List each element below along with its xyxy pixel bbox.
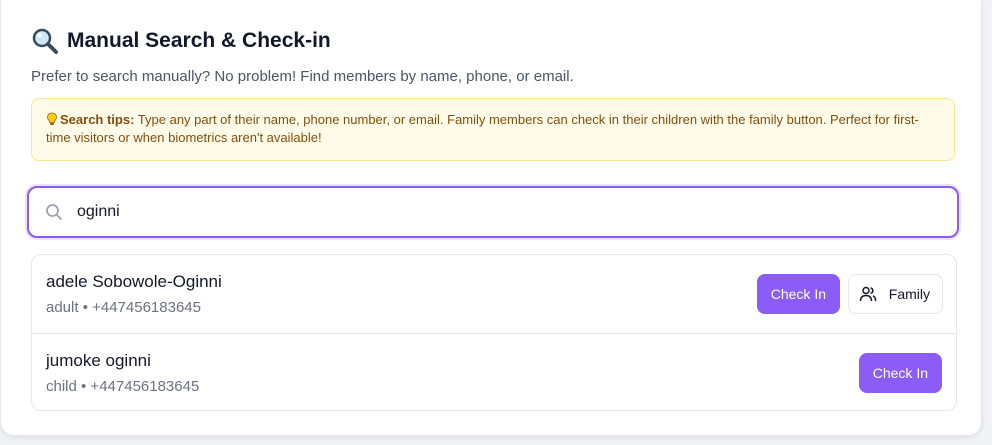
page-title: Manual Search & Check-in: [31, 27, 331, 55]
lightbulb-icon: [47, 112, 57, 125]
search-input[interactable]: [77, 203, 897, 221]
member-meta: adult • +447456183645: [46, 299, 201, 316]
search-tips-label: Search tips:: [60, 112, 135, 127]
search-box[interactable]: [27, 186, 959, 238]
magnifying-glass-icon: [32, 28, 58, 54]
member-name: adele Sobowole-Oginni: [46, 272, 222, 291]
manual-search-card: Manual Search & Check-in Prefer to searc…: [0, 0, 982, 436]
family-button[interactable]: Family: [847, 274, 943, 314]
page-title-text: Manual Search & Check-in: [67, 29, 331, 52]
users-icon: [859, 286, 877, 302]
result-row: adele Sobowole-Oginni adult • +447456183…: [32, 255, 956, 333]
result-row: jumoke oginni child • +447456183645 Chec…: [32, 333, 956, 410]
search-icon: [46, 204, 62, 220]
page-subtitle: Prefer to search manually? No problem! F…: [31, 68, 574, 85]
member-name: jumoke oginni: [46, 351, 151, 370]
search-results-list: adele Sobowole-Oginni adult • +447456183…: [31, 254, 957, 411]
search-tips-box: Search tips: Type any part of their name…: [31, 98, 955, 161]
check-in-button[interactable]: Check In: [858, 353, 942, 393]
member-meta: child • +447456183645: [46, 378, 200, 395]
check-in-button[interactable]: Check In: [756, 274, 840, 314]
family-button-label: Family: [888, 286, 930, 302]
search-tips-text: Type any part of their name, phone numbe…: [46, 112, 919, 145]
